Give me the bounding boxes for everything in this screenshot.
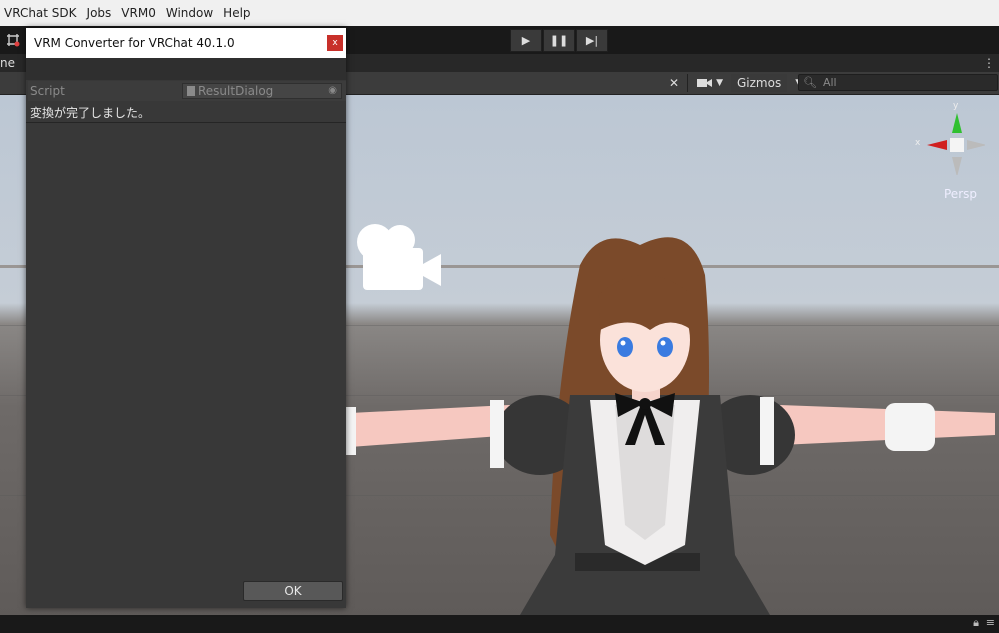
play-button[interactable]: ▶ xyxy=(510,29,542,52)
object-picker-icon[interactable]: ◉ xyxy=(328,85,337,96)
projection-label[interactable]: Persp xyxy=(944,187,977,201)
script-row: Script ResultDialog ◉ xyxy=(28,81,346,101)
scene-search-input[interactable]: 🔍︎ All xyxy=(798,74,998,91)
ok-button[interactable]: OK xyxy=(243,581,343,601)
pause-button[interactable]: ❚❚ xyxy=(543,29,575,52)
play-controls: ▶ ❚❚ ▶| xyxy=(510,29,609,52)
dialog-title-bar[interactable]: VRM Converter for VRChat 40.1.0 x xyxy=(26,28,346,58)
close-button[interactable]: x xyxy=(327,35,343,51)
orientation-gizmo[interactable]: y x xyxy=(915,101,987,177)
camera-settings-icon[interactable]: ▼ xyxy=(692,74,727,92)
tab-scene-partial[interactable]: ne xyxy=(0,54,15,72)
gizmos-label: Gizmos xyxy=(736,76,782,90)
script-value: ResultDialog xyxy=(198,84,274,98)
lock-icon[interactable]: 🔒︎ xyxy=(973,616,979,630)
dialog-tab-strip xyxy=(26,58,346,80)
search-icon: 🔍︎ xyxy=(803,76,817,89)
menu-window[interactable]: Window xyxy=(162,6,219,20)
dialog-title: VRM Converter for VRChat 40.1.0 xyxy=(34,36,235,50)
menu-vrchat-sdk[interactable]: VRChat SDK xyxy=(0,6,83,20)
console-toggle-icon[interactable]: ≡ xyxy=(986,616,995,629)
gizmos-dropdown[interactable]: Gizmos xyxy=(730,74,788,92)
script-label: Script xyxy=(30,84,65,98)
separator xyxy=(687,74,689,92)
tools-icon[interactable]: ✕ xyxy=(665,74,683,92)
script-field: ResultDialog ◉ xyxy=(182,83,342,99)
result-dialog: VRM Converter for VRChat 40.1.0 x Script… xyxy=(26,28,346,608)
search-placeholder: All xyxy=(822,76,837,89)
avatar-model[interactable] xyxy=(340,235,999,615)
axis-x-label: x xyxy=(915,138,921,148)
status-bar: 🔒︎ ≡ xyxy=(0,615,999,633)
more-options-icon[interactable]: ⋮ xyxy=(983,54,995,72)
script-file-icon xyxy=(187,86,195,96)
rect-tool-icon[interactable] xyxy=(0,26,26,54)
step-button[interactable]: ▶| xyxy=(576,29,608,52)
menu-help[interactable]: Help xyxy=(219,6,256,20)
divider xyxy=(26,122,346,123)
result-message: 変換が完了しました。 xyxy=(30,106,151,120)
menu-vrm0[interactable]: VRM0 xyxy=(117,6,162,20)
menu-jobs[interactable]: Jobs xyxy=(83,6,118,20)
axis-y-label: y xyxy=(953,101,959,111)
menu-bar: VRChat SDK Jobs VRM0 Window Help xyxy=(0,0,999,26)
